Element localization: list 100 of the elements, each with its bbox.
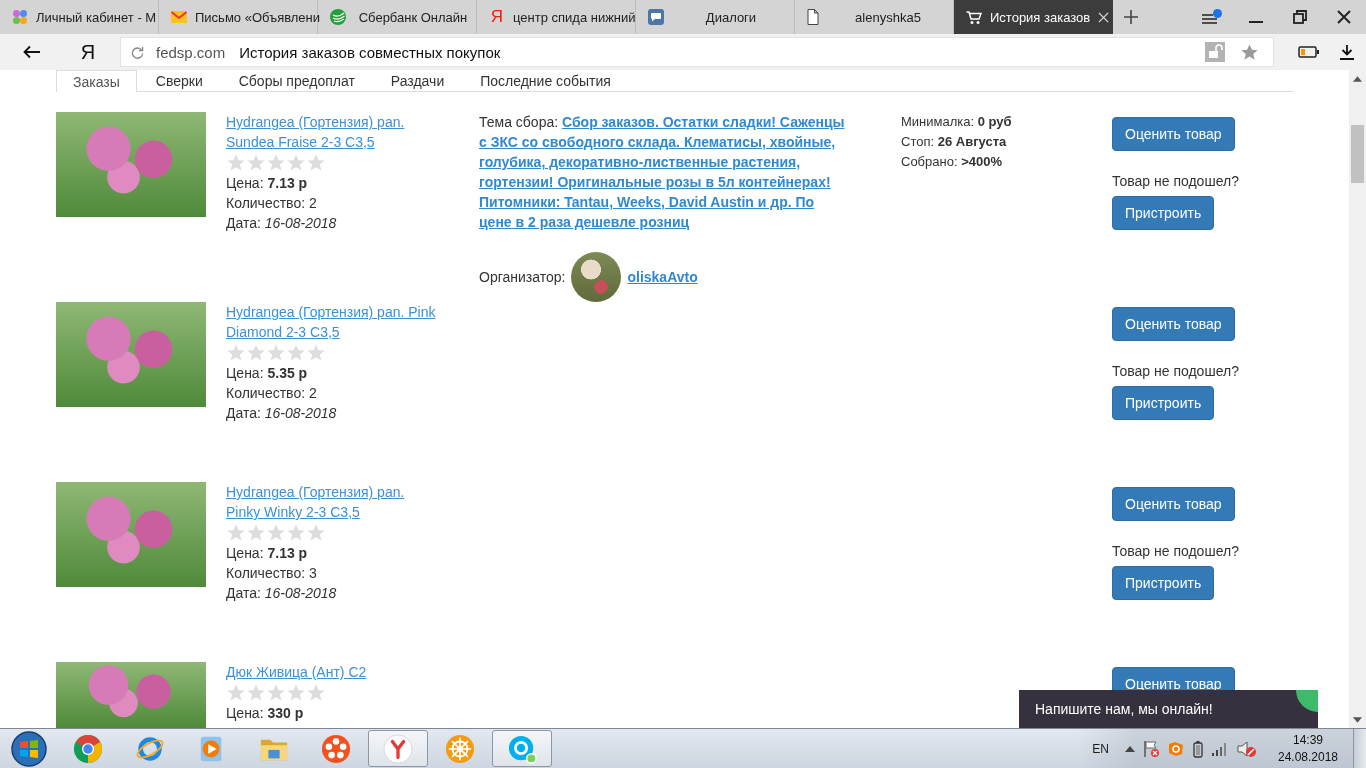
star-icon[interactable]	[266, 683, 286, 703]
collection-stat: Собрано: >400%	[901, 153, 1003, 171]
reassign-button[interactable]: Пристроить	[1112, 196, 1215, 230]
page-tab[interactable]: Сборы предоплат	[221, 70, 372, 91]
collection-topic-link[interactable]: Тема сбора: Сбор заказов. Остатки сладки! Саженцы с ЗКС со свободного склада. Клематисы, хвойные, голубика, декоративно-лиственные растения, гортензии! Оригинальные розы в 5л контейнерах! Питомники: Tantau, Weeks, David Austin и др. По цене в 2 раза дешевле розниц	[479, 112, 850, 232]
film-reel-icon	[321, 733, 351, 764]
star-icon[interactable]	[306, 153, 326, 173]
rate-product-button[interactable]: Оценить товар	[1112, 117, 1235, 151]
messenger-icon	[507, 733, 537, 764]
rate-product-button[interactable]: Оценить товар	[1112, 307, 1235, 341]
price-text: Цена: 5.35 р	[226, 364, 309, 383]
home-button[interactable]: Я	[64, 37, 112, 67]
reload-icon[interactable]	[131, 45, 144, 59]
star-icon[interactable]	[266, 523, 286, 543]
price-text: Цена: 7.13 р	[226, 544, 309, 563]
cart-icon	[966, 9, 982, 25]
page-tab[interactable]: Раздачи	[373, 70, 462, 91]
product-link[interactable]: Hydrangea (Гортензия) pan. Sundea Fraise 2-3 C3,5	[226, 112, 439, 152]
star-rating[interactable]	[226, 153, 326, 173]
arrow-left-icon	[23, 45, 41, 59]
battery-icon	[1298, 46, 1320, 58]
scrollbar[interactable]	[1349, 70, 1366, 728]
date-text: Дата: 16-08-2018	[226, 584, 338, 603]
avatar-photo	[571, 252, 622, 302]
ship-wheel-icon	[445, 733, 475, 764]
organizer-link[interactable]: oliskaAvto	[627, 267, 698, 287]
star-icon[interactable]	[246, 523, 266, 543]
speaker-muted-icon[interactable]	[1237, 739, 1257, 758]
clock[interactable]: 14:39 24.08.2018	[1275, 731, 1341, 766]
star-icon[interactable]	[246, 343, 266, 363]
tray-arrow-icon[interactable]	[1125, 745, 1135, 752]
star-icon[interactable]	[266, 153, 286, 173]
speech-bubble-icon	[648, 9, 664, 25]
show-desktop-button[interactable]	[1353, 729, 1366, 768]
restore-icon	[1293, 10, 1307, 24]
rate-product-button[interactable]: Оценить товар	[1112, 487, 1235, 521]
price-text: Цена: 330 р	[226, 704, 305, 723]
price-text: Цена: 7.13 р	[226, 174, 309, 193]
star-icon[interactable]	[266, 343, 286, 363]
date-text: Дата: 16-08-2018	[226, 214, 338, 233]
star-icon[interactable]	[246, 153, 266, 173]
striped-circle-icon	[330, 9, 346, 25]
envelope-icon	[171, 11, 187, 23]
browser-tab[interactable]: История заказов	[954, 0, 1113, 34]
star-icon[interactable]	[226, 153, 246, 173]
reassign-button[interactable]: Пристроить	[1112, 566, 1215, 600]
star-icon[interactable]	[306, 683, 326, 703]
unlocked-padlock-icon[interactable]	[1205, 42, 1225, 62]
document-icon	[807, 9, 819, 25]
start-orb-icon	[11, 730, 47, 767]
quantity-text: Количество: 2	[226, 384, 318, 403]
star-icon[interactable]	[286, 683, 306, 703]
star-rating[interactable]	[226, 683, 326, 703]
close-icon[interactable]	[1098, 11, 1110, 23]
collection-stat: Минималка: 0 руб	[901, 113, 1013, 131]
not-fit-question: Товар не подошел?	[1112, 172, 1239, 191]
address-page-title: История заказов совместных покупок	[239, 43, 501, 61]
flag-error-icon[interactable]	[1143, 739, 1159, 758]
product-link[interactable]: Дюк Живица (Ант) C2	[226, 662, 439, 682]
scroll-up-icon[interactable]	[1353, 76, 1362, 82]
signal-bars-icon[interactable]	[1211, 741, 1229, 756]
star-icon[interactable]	[286, 343, 306, 363]
star-rating[interactable]	[226, 523, 326, 543]
online-indicator-icon	[1296, 690, 1318, 712]
page-tab[interactable]: Заказы	[56, 70, 137, 92]
language-indicator[interactable]: EN	[1092, 741, 1109, 756]
not-fit-question: Товар не подошел?	[1112, 542, 1239, 561]
star-icon[interactable]	[226, 343, 246, 363]
taskbar-button[interactable]	[492, 730, 552, 767]
product-link[interactable]: Hydrangea (Гортензия) pan. Pinky Winky 2-3 C3,5	[226, 482, 439, 522]
bookmark-star-icon[interactable]	[1240, 42, 1259, 62]
four-dots-icon	[12, 9, 28, 25]
address-domain: fedsp.com	[156, 43, 226, 61]
round-browser-icon	[73, 733, 103, 764]
star-icon[interactable]	[226, 523, 246, 543]
page-tab[interactable]: Последние события	[463, 70, 628, 91]
battery-icon[interactable]	[1193, 739, 1203, 758]
taskbar-button[interactable]	[368, 730, 428, 767]
address-field[interactable]: fedsp.com История заказов совместных покупок	[120, 37, 1274, 67]
download-icon	[1339, 44, 1355, 60]
star-rating[interactable]	[226, 343, 326, 363]
scroll-down-icon[interactable]	[1353, 717, 1362, 723]
minimize-icon	[1249, 21, 1263, 23]
antivirus-icon[interactable]	[1167, 740, 1185, 757]
product-link[interactable]: Hydrangea (Гортензия) pan. Pink Diamond 2-3 C3,5	[226, 302, 439, 342]
star-icon[interactable]	[286, 153, 306, 173]
page-tab[interactable]: Сверки	[138, 70, 220, 91]
quantity-text: Количество: 2	[226, 194, 318, 213]
fork-logo-icon	[383, 733, 413, 764]
reassign-button[interactable]: Пристроить	[1112, 386, 1215, 420]
star-icon[interactable]	[226, 683, 246, 703]
quantity-text: Количество: 3	[226, 564, 318, 583]
chat-invite-toast[interactable]: Напишите нам, мы онлайн!	[1019, 690, 1318, 728]
scrollbar-thumb[interactable]	[1351, 125, 1364, 183]
star-icon[interactable]	[286, 523, 306, 543]
star-icon[interactable]	[306, 343, 326, 363]
logo-letter: Я	[489, 8, 505, 26]
star-icon[interactable]	[306, 523, 326, 543]
star-icon[interactable]	[246, 683, 266, 703]
date-text: Дата: 16-08-2018	[226, 404, 338, 423]
